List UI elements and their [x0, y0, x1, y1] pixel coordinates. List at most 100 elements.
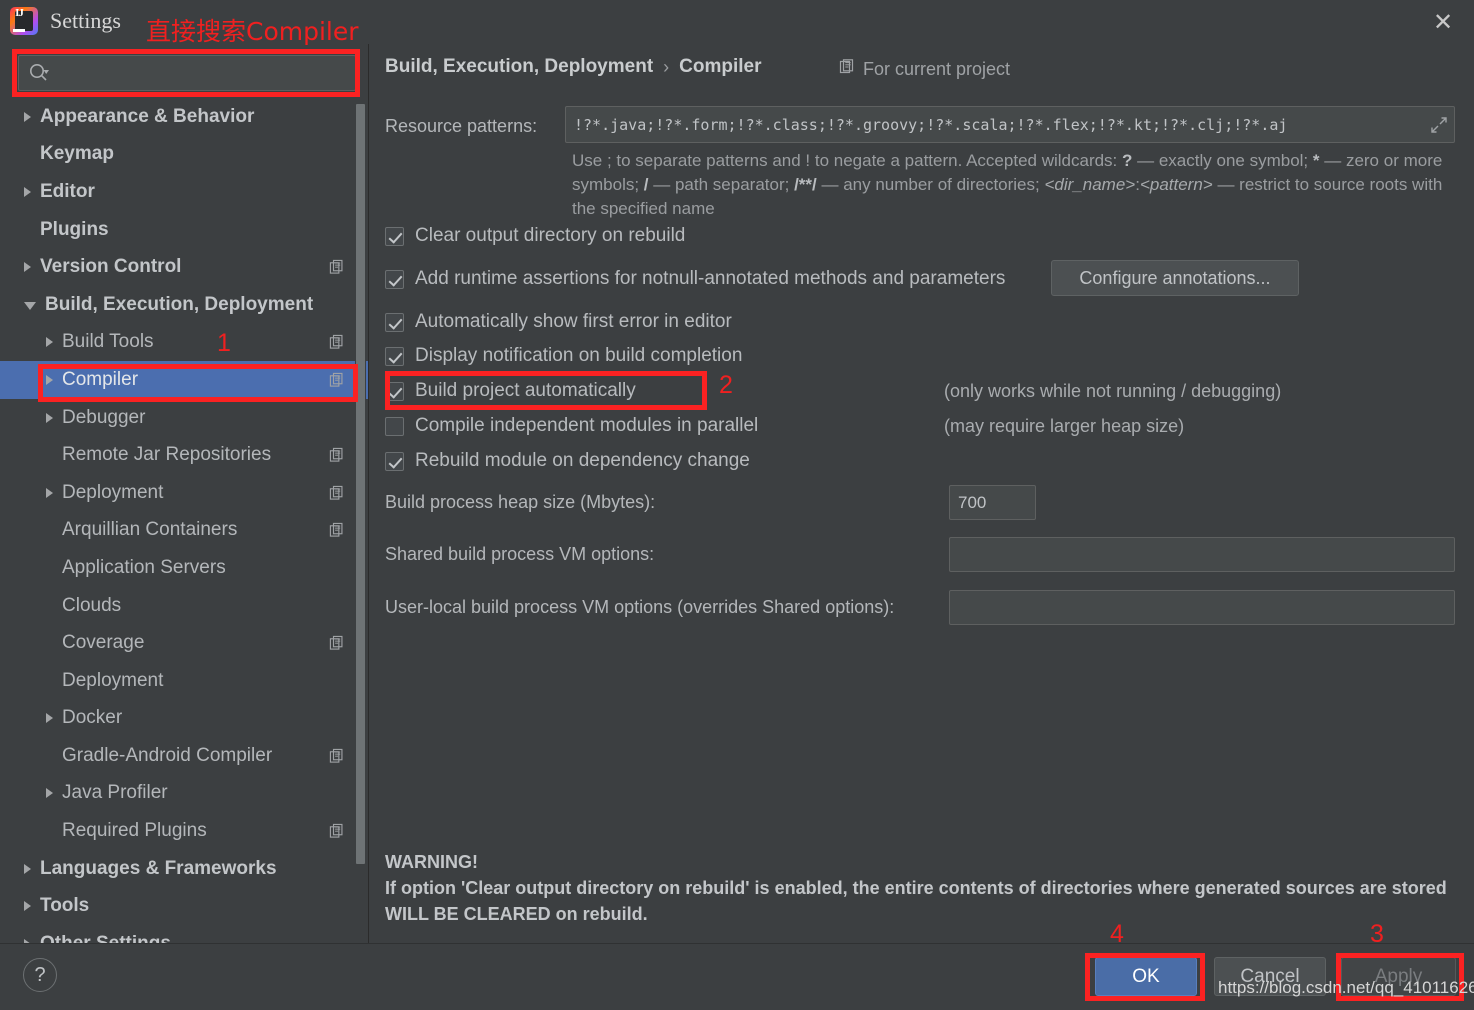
- sidebar-item-deployment[interactable]: Deployment: [0, 662, 368, 700]
- sidebar-item-label: Plugins: [40, 218, 109, 240]
- checkbox-row-rebuild-module-on-dependency-change[interactable]: Rebuild module on dependency change: [385, 450, 750, 472]
- checkbox-row-clear-output-directory-on-rebuild[interactable]: Clear output directory on rebuild: [385, 225, 685, 247]
- chevron-right-icon[interactable]: [46, 412, 53, 423]
- copy-settings-icon[interactable]: [329, 523, 344, 538]
- breadcrumb-separator: ›: [663, 56, 670, 77]
- checkbox-icon[interactable]: [385, 269, 404, 289]
- breadcrumb: Build, Execution, Deployment › Compiler: [385, 56, 762, 78]
- copy-settings-icon[interactable]: [329, 372, 344, 387]
- sidebar-item-label: Docker: [62, 707, 123, 729]
- checkbox-row-add-runtime-assertions-for-notnull-annotated-methods-and-parameters[interactable]: Add runtime assertions for notnull-annot…: [385, 268, 1005, 290]
- sidebar-item-gradle-android-compiler[interactable]: Gradle-Android Compiler: [0, 737, 368, 775]
- copy-settings-icon[interactable]: [329, 335, 344, 350]
- sidebar-item-compiler[interactable]: Compiler: [0, 361, 368, 399]
- sidebar-item-debugger[interactable]: Debugger: [0, 399, 368, 437]
- checkbox-icon[interactable]: [385, 451, 404, 471]
- copy-settings-icon[interactable]: [329, 448, 344, 463]
- sidebar-item-keymap[interactable]: Keymap: [0, 136, 368, 174]
- sidebar-item-label: Keymap: [40, 143, 114, 165]
- settings-tree[interactable]: Appearance & Behavior Keymap Editor Plugins…: [0, 98, 368, 943]
- copy-settings-icon[interactable]: [329, 260, 344, 275]
- configure-annotations-button[interactable]: Configure annotations...: [1051, 260, 1299, 296]
- heap-size-value: 700: [958, 492, 987, 512]
- sidebar-item-tools[interactable]: Tools: [0, 887, 368, 925]
- chevron-right-icon[interactable]: [46, 713, 53, 724]
- sidebar-item-label: Java Profiler: [62, 782, 168, 804]
- sidebar-item-remote-jar-repositories[interactable]: Remote Jar Repositories: [0, 436, 368, 474]
- chevron-right-icon[interactable]: [46, 337, 53, 348]
- annotation-num-3: 3: [1370, 920, 1384, 948]
- chevron-right-icon[interactable]: [46, 374, 53, 385]
- sidebar-item-version-control[interactable]: Version Control: [0, 248, 368, 286]
- checkbox-icon[interactable]: [385, 312, 404, 332]
- project-scope-icon: [839, 59, 855, 80]
- chevron-down-icon[interactable]: [24, 302, 36, 311]
- sidebar-item-label: Coverage: [62, 632, 145, 654]
- copy-settings-icon[interactable]: [329, 823, 344, 839]
- sidebar-item-editor[interactable]: Editor: [0, 173, 368, 211]
- breadcrumb-current: Compiler: [679, 56, 762, 77]
- sidebar-item-required-plugins[interactable]: Required Plugins: [0, 812, 368, 850]
- sidebar-item-label: Build Tools: [62, 331, 154, 353]
- chevron-right-icon[interactable]: [24, 186, 31, 197]
- help-icon[interactable]: ?: [23, 958, 57, 992]
- search-icon: [28, 62, 50, 84]
- sidebar-scrollbar-thumb[interactable]: [356, 104, 365, 864]
- checkbox-icon[interactable]: [385, 346, 404, 366]
- sidebar-item-other-settings[interactable]: Other Settings: [0, 925, 368, 943]
- heap-size-field[interactable]: 700: [949, 485, 1036, 520]
- checkbox-row-build-project-automatically[interactable]: Build project automatically: [385, 380, 636, 402]
- resource-patterns-label: Resource patterns:: [385, 116, 538, 136]
- sidebar-item-label: Debugger: [62, 406, 146, 428]
- sidebar-item-label: Editor: [40, 180, 95, 202]
- checkbox-row-automatically-show-first-error-in-editor[interactable]: Automatically show first error in editor: [385, 311, 732, 333]
- search-input[interactable]: [50, 64, 355, 82]
- user-local-vm-options-field[interactable]: [949, 590, 1455, 625]
- sidebar-item-docker[interactable]: Docker: [0, 700, 368, 738]
- close-icon[interactable]: ✕: [1426, 8, 1460, 38]
- sidebar-item-label: Build, Execution, Deployment: [45, 293, 314, 315]
- sidebar-item-application-servers[interactable]: Application Servers: [0, 549, 368, 587]
- breadcrumb-parent[interactable]: Build, Execution, Deployment: [385, 56, 653, 78]
- checkbox-row-display-notification-on-build-completion[interactable]: Display notification on build completion: [385, 345, 742, 367]
- sidebar-item-deployment[interactable]: Deployment: [0, 474, 368, 512]
- shared-vm-options-label: Shared build process VM options:: [385, 544, 655, 564]
- ok-button[interactable]: OK: [1095, 957, 1197, 996]
- sidebar-item-appearance-behavior[interactable]: Appearance & Behavior: [0, 98, 368, 136]
- sidebar-item-build-execution-deployment[interactable]: Build, Execution, Deployment: [0, 286, 368, 324]
- warning-title: WARNING!: [385, 852, 478, 872]
- annotation-num-4: 4: [1110, 920, 1124, 948]
- sidebar-item-clouds[interactable]: Clouds: [0, 587, 368, 625]
- chevron-right-icon[interactable]: [24, 901, 31, 912]
- sidebar-item-coverage[interactable]: Coverage: [0, 624, 368, 662]
- annotation-num-2: 2: [719, 371, 733, 399]
- annotation-num-1: 1: [217, 329, 231, 357]
- sidebar-item-build-tools[interactable]: Build Tools: [0, 324, 368, 362]
- sidebar-item-java-profiler[interactable]: Java Profiler: [0, 775, 368, 813]
- sidebar-item-languages-frameworks[interactable]: Languages & Frameworks: [0, 850, 368, 888]
- sidebar-item-label: Remote Jar Repositories: [62, 444, 272, 466]
- chevron-right-icon[interactable]: [24, 863, 31, 874]
- sidebar-item-arquillian-containers[interactable]: Arquillian Containers: [0, 512, 368, 550]
- annotation-search-note: 直接搜索Compiler: [146, 17, 359, 46]
- copy-settings-icon[interactable]: [329, 635, 344, 651]
- chevron-right-icon[interactable]: [24, 111, 31, 122]
- sidebar-item-plugins[interactable]: Plugins: [0, 211, 368, 249]
- copy-settings-icon[interactable]: [329, 748, 344, 763]
- for-current-project-text: For current project: [863, 59, 1011, 79]
- intellij-idea-logo-icon: IJ: [10, 7, 38, 35]
- checkbox-icon[interactable]: [385, 416, 404, 436]
- copy-settings-icon[interactable]: [329, 485, 344, 500]
- chevron-right-icon[interactable]: [24, 262, 31, 273]
- search-box[interactable]: [18, 55, 356, 91]
- expand-icon[interactable]: [1430, 116, 1448, 134]
- chevron-right-icon[interactable]: [46, 788, 53, 799]
- shared-vm-options-field[interactable]: [949, 537, 1455, 572]
- checkbox-row-compile-independent-modules-in-parallel[interactable]: Compile independent modules in parallel: [385, 415, 758, 437]
- checkbox-label: Rebuild module on dependency change: [415, 450, 750, 471]
- resource-patterns-field[interactable]: !?*.java;!?*.form;!?*.class;!?*.groovy;!…: [565, 106, 1455, 143]
- checkbox-icon[interactable]: [385, 226, 404, 246]
- checkbox-label: Clear output directory on rebuild: [415, 225, 686, 246]
- chevron-right-icon[interactable]: [46, 487, 53, 498]
- checkbox-icon[interactable]: [385, 381, 404, 401]
